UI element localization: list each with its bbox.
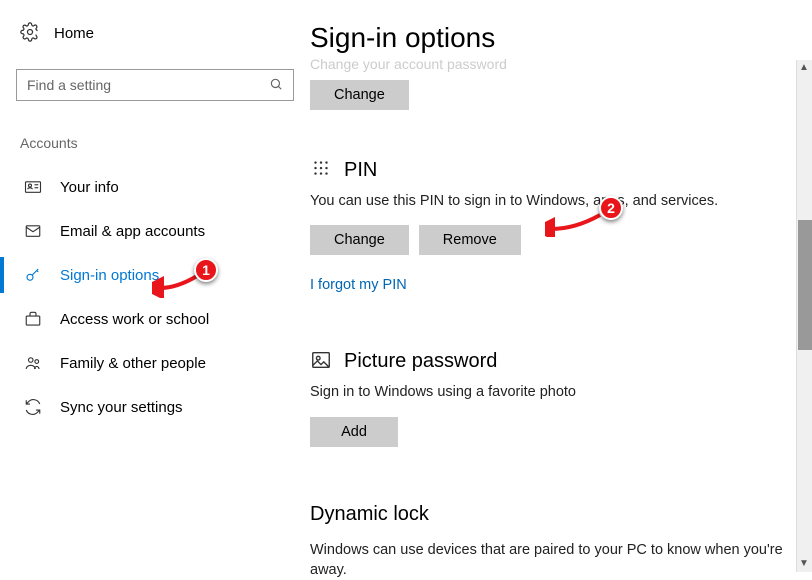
search-input[interactable] [27,77,269,93]
picture-add-button[interactable]: Add [310,417,398,447]
picture-icon [310,349,332,374]
gear-icon [20,22,40,45]
sidebar-item-sync[interactable]: Sync your settings [0,385,310,429]
sidebar-item-label: Family & other people [60,355,206,372]
pin-change-button[interactable]: Change [310,225,409,255]
pin-title: PIN [344,159,377,182]
forgot-pin-link[interactable]: I forgot my PIN [310,277,784,293]
sidebar-item-signin[interactable]: Sign-in options [0,253,310,297]
scroll-up-icon[interactable]: ▲ [798,62,810,74]
sidebar-item-work[interactable]: Access work or school [0,297,310,341]
home-label: Home [54,25,94,42]
scrollbar[interactable]: ▲ ▼ [796,60,812,572]
sidebar-item-family[interactable]: Family & other people [0,341,310,385]
pin-desc: You can use this PIN to sign in to Windo… [310,191,784,211]
sidebar-item-label: Email & app accounts [60,223,205,240]
sidebar-item-label: Your info [60,179,119,196]
briefcase-icon [24,310,42,328]
pin-remove-button[interactable]: Remove [419,225,521,255]
password-change-button[interactable]: Change [310,80,409,110]
search-icon [269,77,283,94]
dynamic-lock-title: Dynamic lock [310,503,784,526]
sidebar-item-label: Access work or school [60,311,209,328]
main-content: Sign-in options Change your account pass… [310,0,812,572]
pin-icon [310,158,332,183]
scroll-down-icon[interactable]: ▼ [798,558,810,570]
sidebar-item-label: Sign-in options [60,267,159,284]
sidebar-item-your-info[interactable]: Your info [0,165,310,209]
picture-title: Picture password [344,350,497,373]
key-icon [24,266,42,284]
home-nav[interactable]: Home [16,22,310,45]
settings-sidebar: Home Accounts Your info Email & app acco… [0,0,310,572]
sync-icon [24,398,42,416]
scrollbar-thumb[interactable] [798,220,812,350]
search-box[interactable] [16,69,294,101]
page-title: Sign-in options [310,22,784,54]
pin-section-header: PIN [310,158,784,183]
sidebar-item-email[interactable]: Email & app accounts [0,209,310,253]
mail-icon [24,222,42,240]
picture-desc: Sign in to Windows using a favorite phot… [310,382,784,402]
people-icon [24,354,42,372]
password-desc-truncated: Change your account password [310,56,784,72]
category-label: Accounts [16,135,310,151]
picture-section-header: Picture password [310,349,784,374]
person-card-icon [24,178,42,196]
sidebar-item-label: Sync your settings [60,399,183,416]
dynamic-lock-desc: Windows can use devices that are paired … [310,540,784,580]
